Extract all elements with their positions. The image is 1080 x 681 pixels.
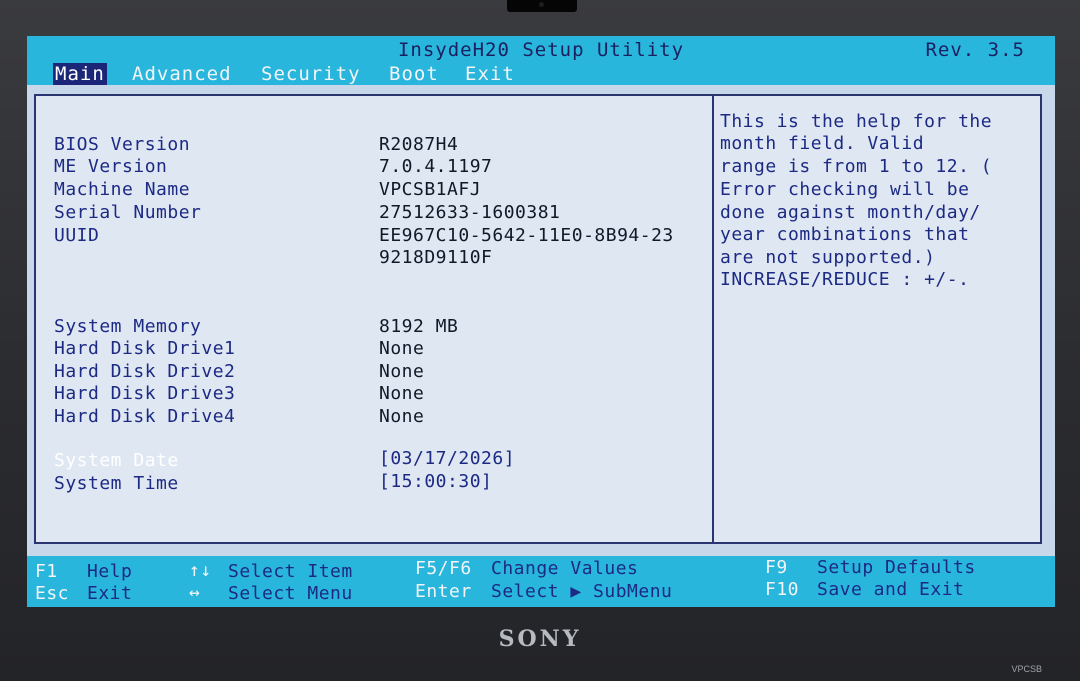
help-pane: This is the help for the month field. Va… bbox=[714, 96, 1040, 542]
hard-disk-drive1-label: Hard Disk Drive1 bbox=[54, 338, 236, 359]
change-values-text: Change Values bbox=[491, 558, 639, 579]
menu-tab-security[interactable]: Security bbox=[261, 63, 361, 85]
machine-name-label: Machine Name bbox=[54, 179, 191, 200]
bios-version-value: R2087H4 bbox=[379, 134, 459, 155]
enter-key[interactable]: Enter bbox=[415, 581, 472, 602]
model-label: VPCSB bbox=[1011, 664, 1042, 674]
hard-disk-drive4-value: None bbox=[379, 406, 425, 427]
hard-disk-drive3-label: Hard Disk Drive3 bbox=[54, 383, 236, 404]
uuid-label: UUID bbox=[54, 225, 100, 246]
system-time-label[interactable]: System Time bbox=[54, 473, 179, 494]
menu-tab-exit[interactable]: Exit bbox=[465, 63, 515, 85]
content-frame: BIOS Version R2087H4 ME Version 7.0.4.11… bbox=[34, 94, 1042, 544]
setup-defaults-text: Setup Defaults bbox=[817, 557, 976, 578]
select-menu-text: Select Menu bbox=[228, 583, 353, 604]
help-line: range is from 1 to 12. ( bbox=[720, 156, 993, 177]
machine-name-value: VPCSB1AFJ bbox=[379, 179, 482, 200]
bios-version-label: BIOS Version bbox=[54, 134, 191, 155]
save-and-exit-text: Save and Exit bbox=[817, 579, 965, 600]
settings-pane: BIOS Version R2087H4 ME Version 7.0.4.11… bbox=[36, 96, 712, 542]
help-line: year combinations that bbox=[720, 224, 970, 245]
hard-disk-drive1-value: None bbox=[379, 338, 425, 359]
select-item-text: Select Item bbox=[228, 561, 353, 582]
serial-number-value: 27512633-1600381 bbox=[379, 202, 561, 223]
system-memory-value: 8192 MB bbox=[379, 316, 459, 337]
serial-number-label: Serial Number bbox=[54, 202, 202, 223]
bios-screen: InsydeH20 Setup Utility Rev. 3.5 Main Ad… bbox=[27, 36, 1055, 607]
menu-tab-boot[interactable]: Boot bbox=[389, 63, 439, 85]
help-line: INCREASE/REDUCE : +/-. bbox=[720, 269, 970, 290]
menu-tab-advanced[interactable]: Advanced bbox=[132, 63, 232, 85]
hard-disk-drive2-label: Hard Disk Drive2 bbox=[54, 361, 236, 382]
system-memory-label: System Memory bbox=[54, 316, 202, 337]
setup-utility-title: InsydeH20 Setup Utility bbox=[397, 39, 685, 61]
revision-label: Rev. 3.5 bbox=[925, 39, 1025, 61]
left-right-arrows-icon: ↔ bbox=[189, 582, 201, 603]
webcam-lens-icon bbox=[539, 2, 544, 7]
select-submenu-text: Select ▶ SubMenu bbox=[491, 581, 673, 602]
esc-exit-text: Exit bbox=[87, 583, 133, 604]
f1-key[interactable]: F1 bbox=[35, 561, 58, 582]
sony-logo: SONY bbox=[498, 626, 582, 652]
uuid-value: EE967C10-5642-11E0-8B94-23 bbox=[379, 225, 674, 246]
uuid-value-continued: 9218D9110F bbox=[379, 247, 493, 268]
help-line: Error checking will be bbox=[720, 179, 970, 200]
f5-f6-key[interactable]: F5/F6 bbox=[415, 558, 472, 579]
menu-tab-main[interactable]: Main bbox=[53, 63, 107, 85]
key-legend-bar: F1 Help Esc Exit ↑↓ Select Item ↔ Select… bbox=[27, 556, 1055, 607]
hard-disk-drive2-value: None bbox=[379, 361, 425, 382]
me-version-label: ME Version bbox=[54, 156, 168, 177]
up-down-arrows-icon: ↑↓ bbox=[189, 560, 212, 581]
help-line: are not supported.) bbox=[720, 247, 936, 268]
help-line: This is the help for the bbox=[720, 111, 993, 132]
me-version-value: 7.0.4.1197 bbox=[379, 156, 493, 177]
system-time-field[interactable]: [15:00:30] bbox=[379, 471, 492, 492]
f1-help-text: Help bbox=[87, 561, 133, 582]
help-line: done against month/day/ bbox=[720, 202, 981, 223]
menu-bar: Main Advanced Security Boot Exit bbox=[27, 62, 1055, 85]
f10-key[interactable]: F10 bbox=[765, 579, 799, 600]
hard-disk-drive4-label: Hard Disk Drive4 bbox=[54, 406, 236, 427]
f9-key[interactable]: F9 bbox=[765, 557, 788, 578]
hard-disk-drive3-value: None bbox=[379, 383, 425, 404]
title-bar: InsydeH20 Setup Utility Rev. 3.5 bbox=[27, 36, 1055, 62]
system-date-field[interactable]: [03/17/2026] bbox=[379, 448, 515, 469]
system-date-label[interactable]: System Date bbox=[54, 450, 179, 471]
esc-key[interactable]: Esc bbox=[35, 583, 69, 604]
help-line: month field. Valid bbox=[720, 133, 925, 154]
